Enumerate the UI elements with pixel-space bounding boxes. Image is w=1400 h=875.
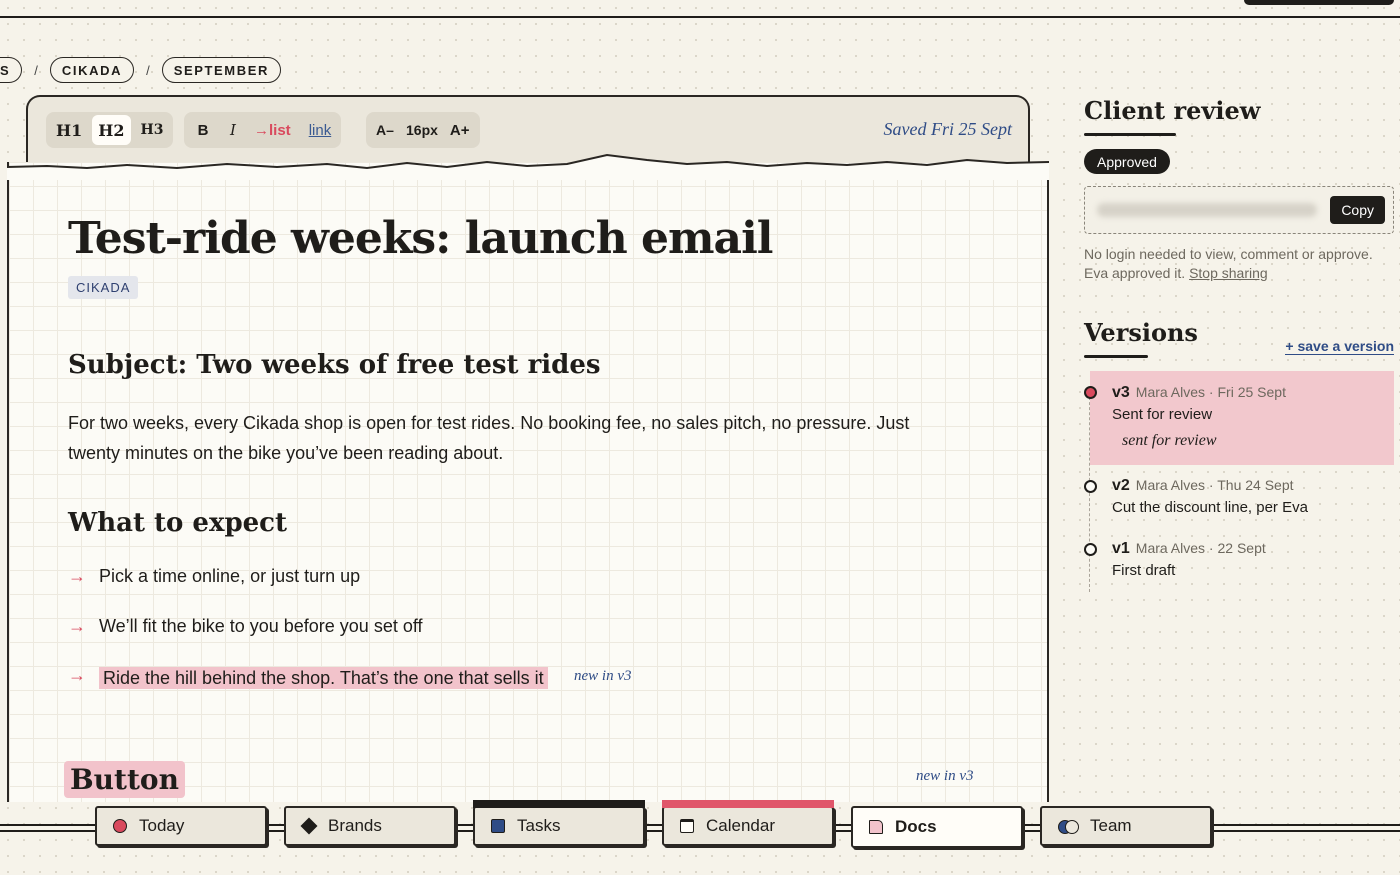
version-item-v1[interactable]: v1 Mara Alves · 22 Sept First draft [1084,540,1394,584]
status-badge: Approved [1084,149,1170,174]
tab-cap [662,800,834,808]
breadcrumb-item[interactable]: CIKADA [49,57,135,83]
version-item-v2[interactable]: v2 Mara Alves · Thu 24 Sept Cut the disco… [1084,477,1394,521]
dock-tab-team[interactable]: Team [1040,806,1212,846]
section-heading[interactable]: What to expect [68,508,287,538]
h2-button[interactable]: H2 [92,115,131,145]
circle-icon [113,819,127,833]
margin-note: new in v3 [574,668,632,684]
breadcrumb: S / CIKADA / SEPTEMBER [0,57,281,83]
diamond-icon [300,817,318,835]
list-button[interactable]: →list [248,115,297,145]
version-meta: v2 Mara Alves · Thu 24 Sept [1112,477,1294,494]
save-version-button[interactable]: + save a version [1285,338,1394,355]
margin-note: new in v3 [916,768,974,784]
format-group: B I →list link [184,112,342,148]
version-id: v2 [1112,477,1130,494]
list-item-highlighted[interactable]: → Ride the hill behind the shop. That’s … [68,664,588,693]
dock-tab-calendar[interactable]: Calendar [662,800,834,846]
arrow-icon: → [68,616,86,636]
version-dot [1084,543,1097,556]
share-link-field[interactable]: Copy [1084,186,1394,234]
versions-title: Versions [1084,318,1198,347]
client-review-title: Client review [1084,96,1261,125]
list-item[interactable]: → Pick a time online, or just turn up [68,566,360,587]
document-title[interactable]: Test-ride weeks: launch email [68,213,773,264]
dock-tab-today[interactable]: Today [95,806,267,846]
font-increase-button[interactable]: A+ [444,115,476,145]
dock-tab-label: Docs [895,817,937,836]
breadcrumb-item[interactable]: SEPTEMBER [161,57,281,83]
dock-tab-label: Tasks [517,816,561,835]
link-button[interactable]: link [303,115,338,145]
list-item-text: We’ll fit the bike to you before you set… [99,616,423,636]
breadcrumb-separator: / [146,62,150,78]
breadcrumb-item[interactable]: S [0,57,23,83]
copy-button[interactable]: Copy [1330,196,1385,224]
version-item-v3[interactable]: v3 Mara Alves · Fri 25 Sept Sent for revi… [1090,371,1394,465]
top-handle [1244,0,1394,5]
heading-group: H1 H2 H3 [46,112,174,148]
font-decrease-button[interactable]: A– [370,115,400,145]
dock-tab-label: Team [1090,816,1132,835]
calendar-icon [680,819,694,833]
title-underline [1084,133,1176,136]
breadcrumb-separator: / [34,62,38,78]
version-description: Cut the discount line, per Eva [1112,499,1308,516]
font-size-group: A– 16px A+ [366,112,480,148]
version-meta: v1 Mara Alves · 22 Sept [1112,540,1266,557]
stop-sharing-link[interactable]: Stop sharing [1189,265,1268,281]
version-meta: v3 Mara Alves · Fri 25 Sept [1112,384,1286,401]
version-note: sent for review [1122,432,1217,449]
button-heading[interactable]: Button [64,761,185,798]
arrow-icon: → [68,665,86,685]
saved-status: Saved Fri 25 Sept [883,119,1012,139]
body-paragraph[interactable]: For two weeks, every Cikada shop is open… [68,408,928,468]
version-id: v1 [1112,540,1130,557]
dock-tab-label: Brands [328,816,382,835]
bold-button[interactable]: B [188,115,218,145]
version-description: First draft [1112,562,1176,579]
highlighted-text: Ride the hill behind the shop. That’s th… [99,667,548,689]
share-note: No login needed to view, comment or appr… [1084,245,1400,283]
h3-button[interactable]: H3 [135,115,170,145]
font-size-value: 16px [406,122,438,138]
square-icon [491,819,505,833]
list-item-text: Pick a time online, or just turn up [99,566,361,586]
top-rule [0,16,1400,18]
version-dot [1084,480,1097,493]
dock-tab-brands[interactable]: Brands [284,806,456,846]
title-underline [1084,355,1148,358]
list-item[interactable]: → We’ll fit the bike to you before you s… [68,616,423,637]
tab-cap [473,800,645,808]
dock-tab-label: Calendar [706,816,775,835]
arrow-icon: → [68,566,86,586]
dock-tab-tasks[interactable]: Tasks [473,800,645,846]
version-description: Sent for review [1112,406,1213,423]
dock-tab-label: Today [139,816,185,835]
share-link-redacted [1097,203,1317,217]
team-icon [1058,819,1079,834]
client-tag[interactable]: CIKADA [68,276,139,299]
dock-tab-docs[interactable]: Docs [851,806,1023,848]
version-id: v3 [1112,384,1130,401]
torn-edge [7,153,1049,180]
version-dot-active [1084,386,1097,399]
italic-button[interactable]: I [218,115,248,145]
h1-button[interactable]: H1 [50,115,88,145]
doc-icon [869,820,883,834]
subject-heading[interactable]: Subject: Two weeks of free test rides [68,350,601,380]
